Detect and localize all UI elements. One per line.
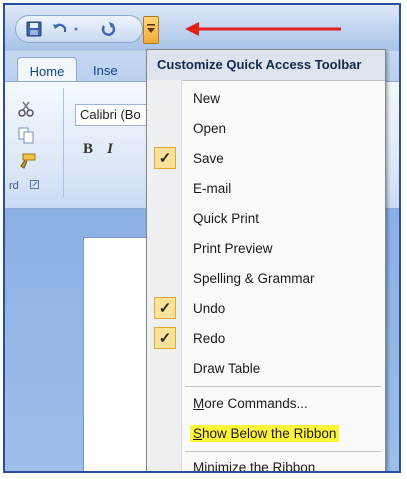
dialog-launcher-icon[interactable] [29,180,39,189]
menu-title: Customize Quick Access Toolbar [147,50,385,81]
menu-item-quick-print[interactable]: ✓ Quick Print [147,204,385,234]
highlight-annotation: Show Below the Ribbon [190,425,340,442]
menu-item-undo[interactable]: ✓ Undo [147,294,385,324]
menu-item-label: More Commands... [193,396,308,411]
check-icon: ✓ [154,327,176,349]
menu-item-open[interactable]: ✓ Open [147,114,385,144]
menu-item-new[interactable]: ✓ New [147,84,385,114]
chevron-down-icon [147,24,155,33]
menu-item-label: Quick Print [193,211,260,226]
italic-button[interactable]: I [101,140,119,158]
menu-item-label: Open [193,121,227,136]
menu-separator [185,386,381,387]
menu-item-minimize-ribbon[interactable]: Minimize the Ribbon [147,453,385,473]
customize-qat-button[interactable] [143,16,159,44]
word-window: Home Inse rd Calibri (Bo B I Customize Q… [3,3,401,473]
copy-icon[interactable] [17,126,35,148]
menu-item-spelling-grammar[interactable]: ✓ Spelling & Grammar [147,264,385,294]
check-icon: ✓ [154,297,176,319]
menu-item-show-below-ribbon[interactable]: Show Below the Ribbon [147,419,385,449]
tab-insert[interactable]: Inse [87,57,143,83]
check-icon: ✓ [154,147,176,169]
menu-item-print-preview[interactable]: ✓ Print Preview [147,234,385,264]
bold-button[interactable]: B [79,140,97,158]
tab-insert-label: Inse [93,62,118,78]
red-arrow-annotation [185,22,341,36]
title-bar [5,5,399,51]
menu-item-email[interactable]: ✓ E-mail [147,174,385,204]
font-name-input[interactable]: Calibri (Bo [75,104,151,126]
group-divider [63,88,64,198]
menu-item-label: Spelling & Grammar [193,271,315,286]
menu-item-label: Undo [193,301,226,316]
menu-item-label: E-mail [193,181,232,196]
menu-item-draw-table[interactable]: ✓ Draw Table [147,354,385,384]
menu-item-label: Print Preview [193,241,273,256]
menu-item-redo[interactable]: ✓ Redo [147,324,385,354]
menu-item-label: Draw Table [193,361,261,376]
undo-dropdown-icon[interactable] [71,20,81,38]
cut-icon[interactable] [17,100,35,122]
menu-item-label: Redo [193,331,226,346]
menu-item-label: Minimize the Ribbon [193,460,316,473]
save-icon[interactable] [25,20,43,38]
redo-icon[interactable] [99,20,117,38]
undo-icon[interactable] [51,20,69,38]
menu-item-label: Show Below the Ribbon [190,425,340,442]
menu-separator [185,451,381,452]
customize-qat-menu: Customize Quick Access Toolbar ✓ New ✓ O… [146,49,386,473]
clipboard-group-label: rd [9,180,39,192]
tab-home-label: Home [29,63,65,79]
tab-home[interactable]: Home [17,57,77,84]
menu-item-label: Save [193,151,224,166]
menu-item-more-commands[interactable]: More Commands... [147,389,385,419]
format-painter-icon[interactable] [17,152,37,174]
menu-item-label: New [193,91,221,106]
menu-item-save[interactable]: ✓ Save [147,144,385,174]
